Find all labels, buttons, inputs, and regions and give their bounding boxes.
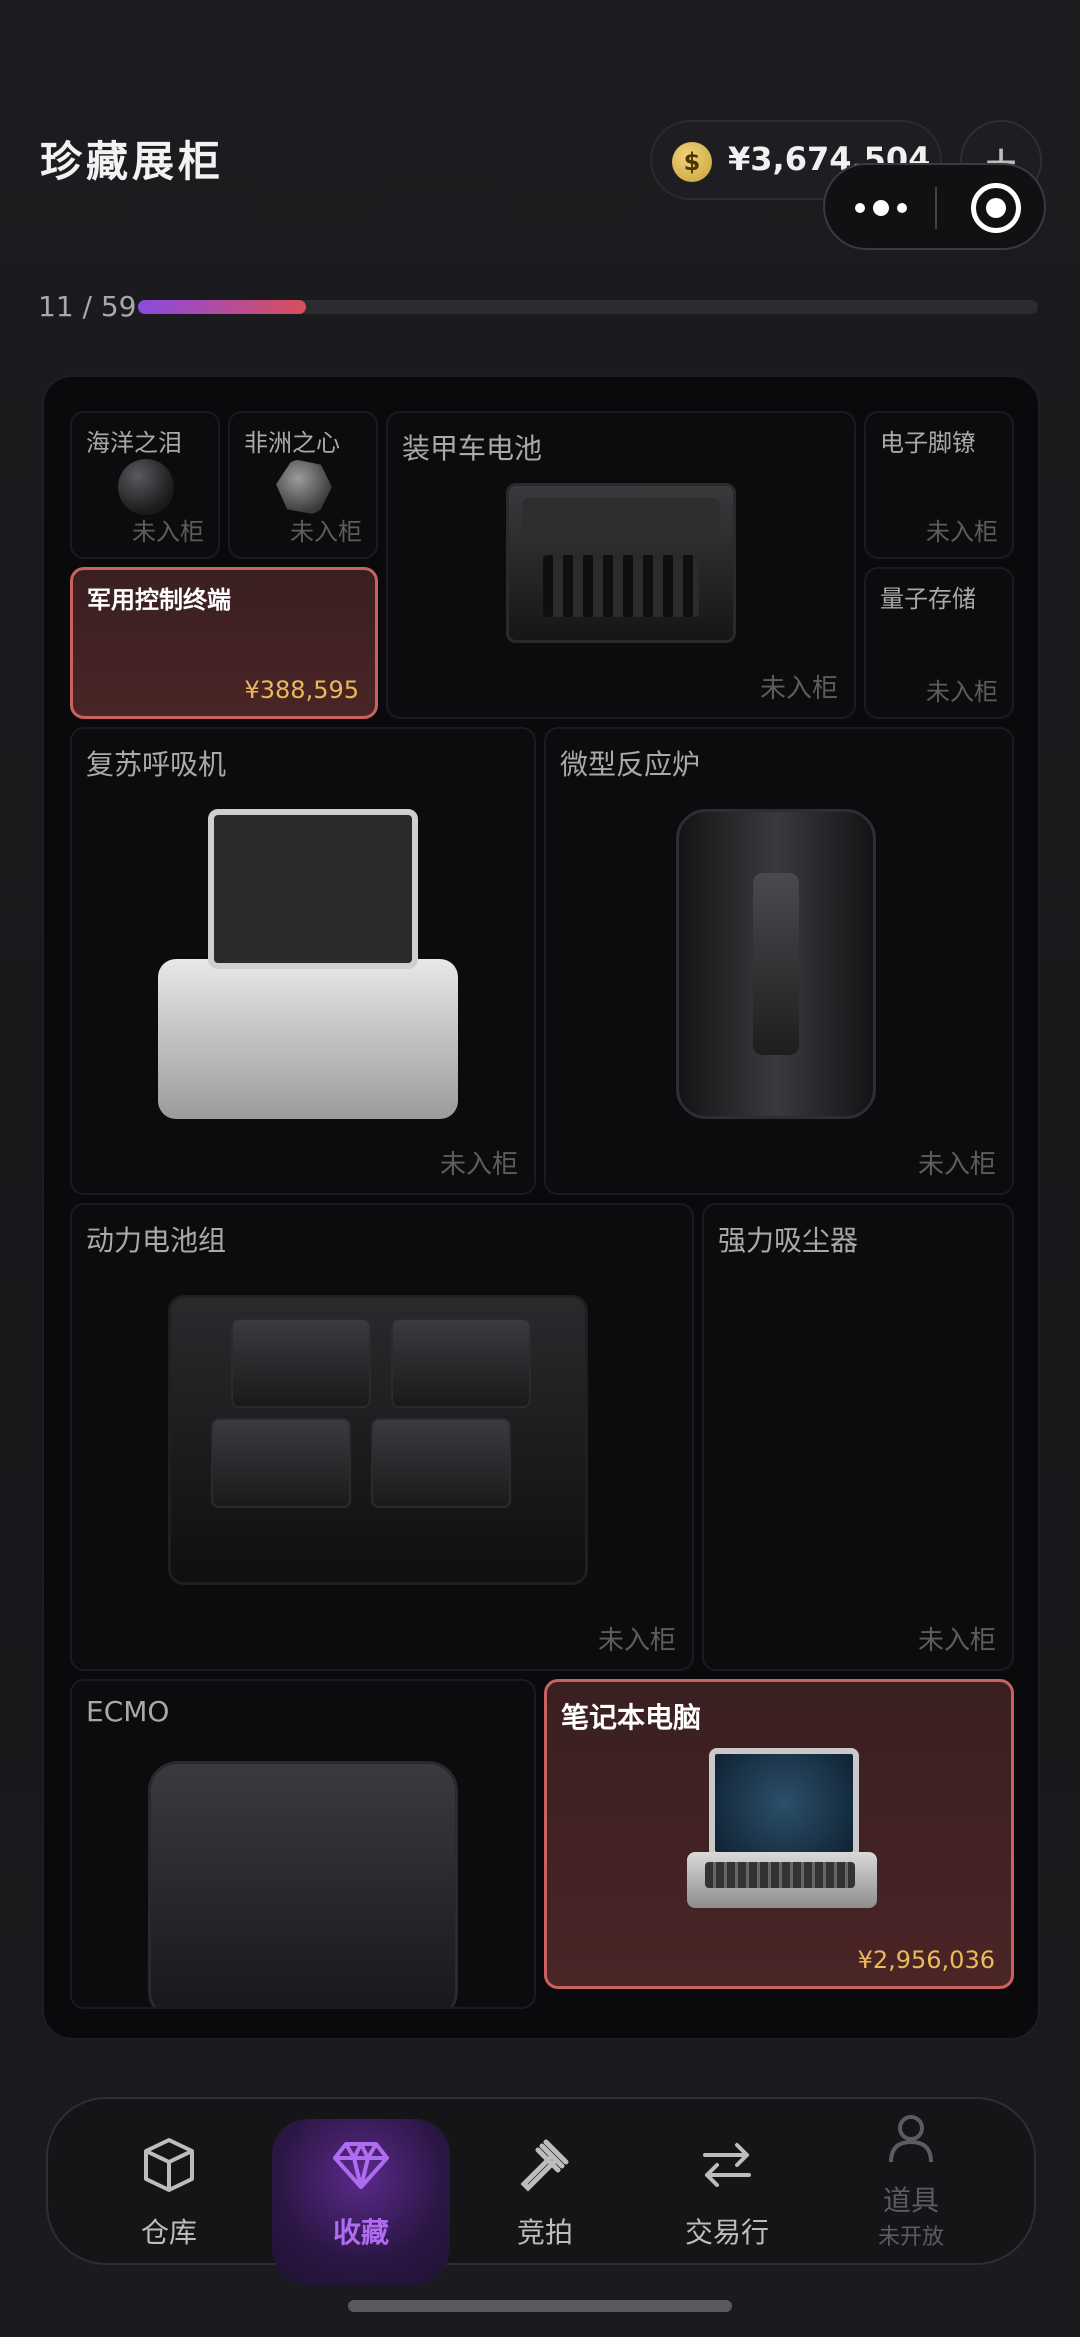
item-name: ECMO bbox=[86, 1695, 170, 1728]
item-status: 未入柜 bbox=[917, 1626, 996, 1656]
page-title: 珍藏展柜 bbox=[40, 137, 225, 186]
nav-sublabel: 未开放 bbox=[877, 2225, 944, 2250]
reactor-icon bbox=[676, 809, 876, 1119]
item-status: 未入柜 bbox=[132, 518, 204, 546]
diamond-gem-icon bbox=[276, 459, 332, 515]
cabinet-item[interactable]: 海洋之泪 未入柜 bbox=[70, 411, 220, 559]
cabinet-item[interactable]: 非洲之心 未入柜 bbox=[228, 411, 378, 559]
nav-label: 收藏 bbox=[332, 2216, 389, 2249]
bottom-nav: 仓库 收藏 竞拍 交易行 道具 未开放 bbox=[46, 2097, 1036, 2285]
nav-props: 道具 未开放 bbox=[822, 2099, 1000, 2267]
collection-page: 珍藏展柜 $ ¥3,674,504 + 11 / 59 海洋之泪 未入柜 非洲之… bbox=[0, 0, 1080, 2337]
close-miniprogram-icon[interactable] bbox=[971, 183, 1021, 233]
cabinet-item[interactable]: 装甲车电池 未入柜 bbox=[386, 411, 856, 719]
nav-label: 道具 bbox=[882, 2184, 939, 2217]
cabinet-item[interactable]: 量子存储 未入柜 bbox=[864, 567, 1014, 719]
item-name: 军用控制终端 bbox=[87, 586, 231, 614]
cabinet-item[interactable]: ECMO bbox=[70, 1679, 536, 2009]
pearl-icon bbox=[118, 459, 174, 515]
cabinet-item-owned[interactable]: 军用控制终端 ¥388,595 bbox=[70, 567, 378, 719]
item-name: 非洲之心 bbox=[244, 429, 340, 457]
ventilator-screen-icon bbox=[208, 809, 418, 969]
gavel-icon bbox=[515, 2135, 575, 2195]
ecmo-machine-icon bbox=[148, 1761, 458, 2007]
swap-icon bbox=[697, 2135, 757, 2195]
item-name: 装甲车电池 bbox=[402, 432, 543, 465]
diamond-icon bbox=[331, 2135, 391, 2195]
item-name: 强力吸尘器 bbox=[718, 1224, 859, 1257]
nav-auction[interactable]: 竞拍 bbox=[456, 2099, 634, 2267]
cabinet-item-owned[interactable]: 笔记本电脑 ¥2,956,036 bbox=[544, 1679, 1014, 1989]
item-name: 量子存储 bbox=[880, 585, 976, 613]
nav-label: 竞拍 bbox=[516, 2216, 573, 2249]
display-cabinet: 海洋之泪 未入柜 非洲之心 未入柜 装甲车电池 未入柜 电子脚镣 未入柜 军用控… bbox=[42, 375, 1040, 2040]
progress-bar bbox=[138, 300, 1038, 314]
battery-case-icon bbox=[506, 483, 736, 643]
item-status: 未入柜 bbox=[597, 1626, 676, 1656]
item-price: ¥2,956,036 bbox=[857, 1946, 995, 1974]
cabinet-item[interactable]: 复苏呼吸机 未入柜 bbox=[70, 727, 536, 1195]
item-status: 未入柜 bbox=[917, 1150, 996, 1180]
item-name: 动力电池组 bbox=[86, 1224, 227, 1257]
cabinet-item[interactable]: 微型反应炉 未入柜 bbox=[544, 727, 1014, 1195]
box-icon bbox=[139, 2135, 199, 2195]
item-status: 未入柜 bbox=[290, 518, 362, 546]
miniprogram-capsule bbox=[823, 163, 1046, 250]
item-name: 海洋之泪 bbox=[86, 429, 182, 457]
ventilator-icon bbox=[158, 959, 458, 1119]
item-name: 微型反应炉 bbox=[560, 748, 701, 781]
cabinet-item[interactable]: 强力吸尘器 未入柜 bbox=[702, 1203, 1014, 1671]
item-name: 复苏呼吸机 bbox=[86, 748, 227, 781]
nav-trade[interactable]: 交易行 bbox=[638, 2099, 816, 2267]
item-name: 电子脚镣 bbox=[880, 429, 976, 457]
nav-label: 交易行 bbox=[684, 2216, 769, 2249]
laptop-icon bbox=[687, 1748, 877, 1908]
item-name: 笔记本电脑 bbox=[561, 1701, 702, 1734]
progress-fill bbox=[138, 300, 306, 314]
cabinet-item[interactable]: 电子脚镣 未入柜 bbox=[864, 411, 1014, 559]
item-status: 未入柜 bbox=[926, 678, 998, 706]
home-indicator bbox=[348, 2300, 732, 2312]
cabinet-item[interactable]: 动力电池组 未入柜 bbox=[70, 1203, 694, 1671]
more-menu-icon[interactable] bbox=[855, 193, 915, 223]
nav-collection[interactable]: 收藏 bbox=[272, 2099, 450, 2285]
nav-label: 仓库 bbox=[140, 2216, 197, 2249]
capsule-divider bbox=[935, 187, 937, 229]
user-icon bbox=[881, 2109, 941, 2169]
item-status: 未入柜 bbox=[439, 1150, 518, 1180]
item-price: ¥388,595 bbox=[244, 676, 359, 704]
progress-count: 11 / 59 bbox=[38, 290, 137, 323]
battery-pack-icon bbox=[168, 1295, 588, 1585]
nav-warehouse[interactable]: 仓库 bbox=[80, 2099, 258, 2267]
coin-icon: $ bbox=[672, 142, 712, 182]
item-status: 未入柜 bbox=[759, 674, 838, 704]
item-status: 未入柜 bbox=[926, 518, 998, 546]
